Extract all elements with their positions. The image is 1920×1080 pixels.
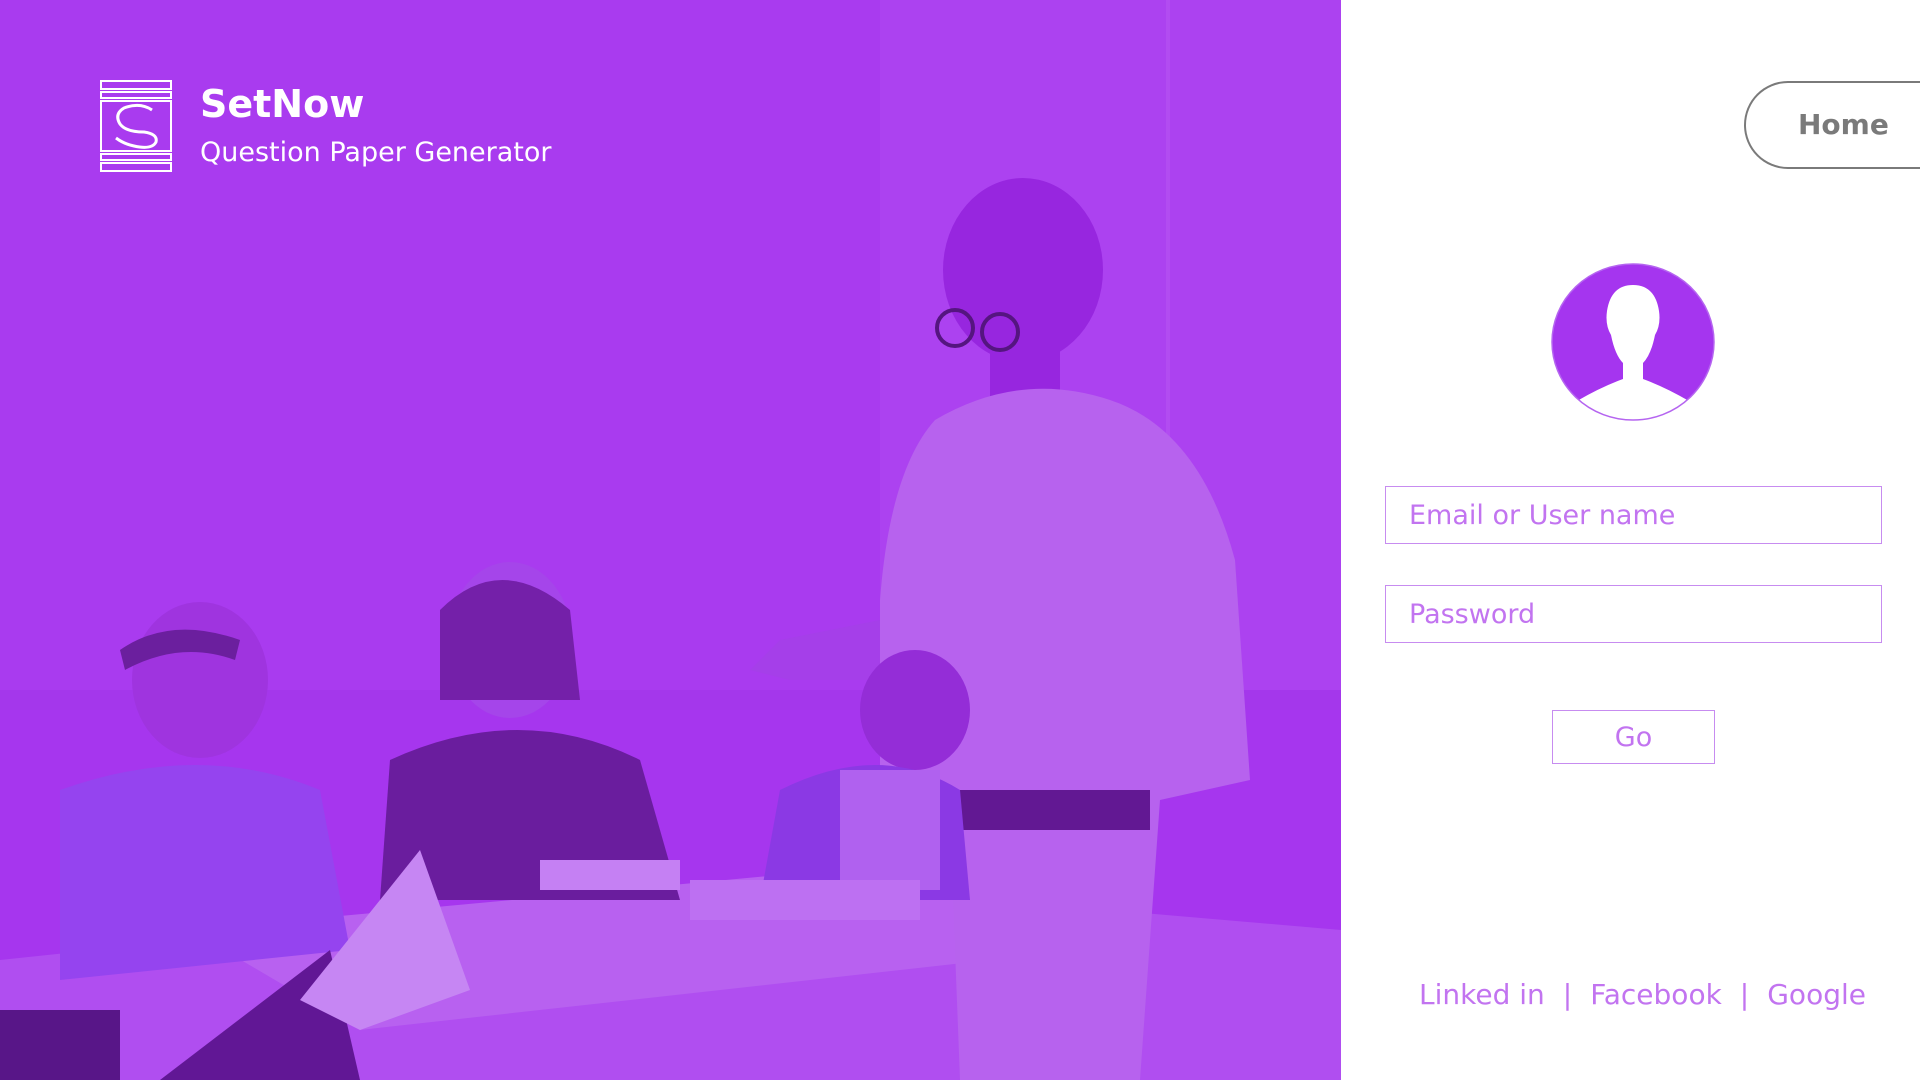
google-link[interactable]: Google [1767,978,1866,1011]
hero-panel: SetNow Question Paper Generator [0,0,1341,1080]
go-button[interactable]: Go [1552,710,1715,764]
login-page: SetNow Question Paper Generator Home Go … [0,0,1920,1080]
facebook-link[interactable]: Facebook [1590,978,1722,1011]
email-field[interactable] [1385,486,1882,544]
password-field[interactable] [1385,585,1882,643]
brand-subtitle: Question Paper Generator [200,137,552,168]
brand: SetNow Question Paper Generator [100,80,552,172]
setnow-logo-icon [100,80,172,172]
social-links: Linked in | Facebook | Google [1419,978,1866,1011]
linkedin-link[interactable]: Linked in [1419,978,1545,1011]
user-avatar-icon [1551,263,1715,421]
home-button[interactable]: Home [1744,81,1920,169]
social-separator: | [1562,978,1573,1011]
brand-name: SetNow [200,82,365,126]
social-separator: | [1739,978,1750,1011]
brand-text: SetNow Question Paper Generator [200,80,552,170]
